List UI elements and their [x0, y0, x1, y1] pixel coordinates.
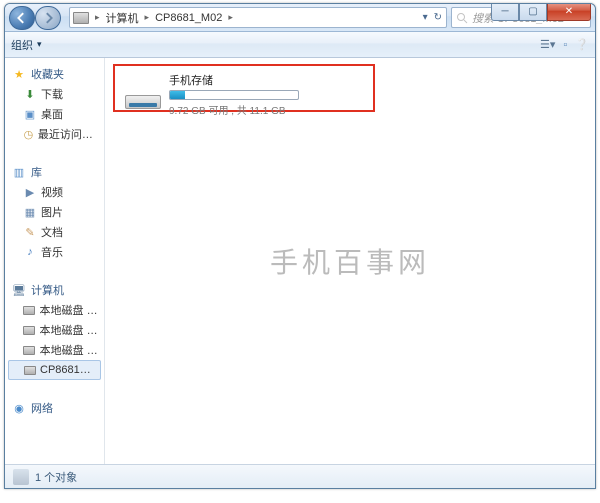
- status-icon: [13, 469, 29, 485]
- help-icon[interactable]: ❔: [575, 38, 589, 51]
- storage-name: 手机存储: [169, 72, 363, 88]
- breadcrumb-sep: ▸: [143, 12, 152, 23]
- sidebar-item-label: 最近访问的位置: [38, 126, 98, 142]
- sidebar-item-label: CP8681_M02: [40, 364, 94, 376]
- nav-buttons: [5, 4, 65, 31]
- network-icon: ◉: [11, 400, 27, 416]
- refresh-icon[interactable]: ↻: [434, 12, 442, 23]
- address-dropdown-icon[interactable]: ▾: [423, 12, 428, 23]
- sidebar-item[interactable]: ♪ 音乐: [5, 242, 104, 262]
- libraries-label: 库: [31, 164, 42, 180]
- sidebar-item[interactable]: ◷ 最近访问的位置: [5, 124, 104, 144]
- network-group: ◉ 网络: [5, 398, 104, 418]
- libraries-group: ▥ 库 ▶ 视频 ▦ 图片 ✎ 文档 ♪ 音乐: [5, 162, 104, 262]
- sidebar-item[interactable]: 本地磁盘 (C:): [5, 300, 104, 320]
- libraries-icon: ▥: [11, 164, 27, 180]
- storage-usage-bar: [169, 90, 299, 100]
- network-header[interactable]: ◉ 网络: [5, 398, 104, 418]
- sidebar-item[interactable]: ▦ 图片: [5, 202, 104, 222]
- item-icon: ⬇: [23, 87, 37, 101]
- sidebar-item[interactable]: ⬇ 下载: [5, 84, 104, 104]
- favorites-label: 收藏夹: [31, 66, 64, 82]
- organize-button[interactable]: 组织: [11, 37, 33, 53]
- drive-icon: [23, 303, 36, 317]
- minimize-button[interactable]: ─: [491, 3, 519, 21]
- breadcrumb-sep: ▸: [93, 12, 102, 23]
- computer-group: 🖥 计算机 本地磁盘 (C:) 本地磁盘 (D:) 本地磁盘 (E:) CP8681_…: [5, 280, 104, 380]
- sidebar-item[interactable]: 本地磁盘 (E:): [5, 340, 104, 360]
- search-icon: [456, 12, 468, 24]
- computer-label: 计算机: [31, 282, 64, 298]
- organize-dropdown-icon[interactable]: ▾: [37, 39, 42, 50]
- sidebar-item-label: 本地磁盘 (C:): [40, 302, 98, 318]
- status-count: 1 个对象: [35, 469, 77, 485]
- favorites-group: ★ 收藏夹 ⬇ 下载 ▣ 桌面 ◷ 最近访问的位置: [5, 64, 104, 144]
- sidebar-item[interactable]: 本地磁盘 (D:): [5, 320, 104, 340]
- navigation-pane: ★ 收藏夹 ⬇ 下载 ▣ 桌面 ◷ 最近访问的位置 ▥ 库 ▶ 视频 ▦ 图片 ✎ 文档 ♪ 音乐 🖥 …: [5, 58, 105, 464]
- item-icon: ◷: [23, 127, 34, 141]
- item-icon: ♪: [23, 245, 37, 259]
- maximize-button[interactable]: ▢: [519, 3, 547, 21]
- item-icon: ▣: [23, 107, 37, 121]
- address-actions: ▾ ↻: [419, 12, 446, 23]
- breadcrumb-computer[interactable]: 计算机: [102, 8, 143, 27]
- sidebar-item[interactable]: ▣ 桌面: [5, 104, 104, 124]
- drive-icon: [73, 12, 89, 24]
- item-icon: ▶: [23, 185, 37, 199]
- sidebar-item[interactable]: CP8681_M02: [8, 360, 101, 380]
- sidebar-item[interactable]: ▶ 视频: [5, 182, 104, 202]
- toolbar: 组织 ▾ ☰▾ ▫ ❔: [5, 32, 595, 58]
- sidebar-item-label: 桌面: [41, 106, 63, 122]
- status-bar: 1 个对象: [5, 464, 595, 488]
- storage-free-text: 9.72 GB 可用 , 共 11.1 GB: [169, 102, 363, 117]
- star-icon: ★: [11, 66, 27, 82]
- breadcrumb-sep: ▸: [226, 12, 235, 23]
- drive-icon: [24, 363, 36, 377]
- back-button[interactable]: [9, 6, 35, 30]
- computer-icon: 🖥: [11, 282, 27, 298]
- forward-button[interactable]: [35, 6, 61, 30]
- window-body: ★ 收藏夹 ⬇ 下载 ▣ 桌面 ◷ 最近访问的位置 ▥ 库 ▶ 视频 ▦ 图片 ✎ 文档 ♪ 音乐 🖥 …: [5, 58, 595, 464]
- content-pane: 手机存储 9.72 GB 可用 , 共 11.1 GB 手机百事网: [105, 58, 595, 464]
- watermark: 手机百事网: [270, 241, 430, 281]
- sidebar-item-label: 音乐: [41, 244, 63, 260]
- storage-item[interactable]: 手机存储 9.72 GB 可用 , 共 11.1 GB: [115, 66, 373, 123]
- drive-icon: [23, 323, 36, 337]
- libraries-header[interactable]: ▥ 库: [5, 162, 104, 182]
- breadcrumb-device[interactable]: CP8681_M02: [151, 8, 226, 27]
- close-button[interactable]: ✕: [547, 3, 591, 21]
- explorer-window: ─ ▢ ✕ ▸ 计算机 ▸ CP8681_M02 ▸ ▾ ↻: [4, 3, 596, 489]
- sidebar-item-label: 视频: [41, 184, 63, 200]
- item-icon: ✎: [23, 225, 37, 239]
- network-label: 网络: [31, 400, 53, 416]
- window-controls: ─ ▢ ✕: [491, 3, 591, 21]
- computer-header[interactable]: 🖥 计算机: [5, 280, 104, 300]
- sidebar-item-label: 下载: [41, 86, 63, 102]
- sidebar-item-label: 文档: [41, 224, 63, 240]
- drive-icon: [23, 343, 36, 357]
- sidebar-item-label: 图片: [41, 204, 63, 220]
- sidebar-item-label: 本地磁盘 (E:): [40, 342, 98, 358]
- sidebar-item[interactable]: ✎ 文档: [5, 222, 104, 242]
- item-icon: ▦: [23, 205, 37, 219]
- view-options-icon[interactable]: ☰▾: [540, 38, 555, 51]
- address-bar[interactable]: ▸ 计算机 ▸ CP8681_M02 ▸ ▾ ↻: [69, 7, 447, 28]
- storage-info: 手机存储 9.72 GB 可用 , 共 11.1 GB: [169, 72, 363, 117]
- preview-pane-icon[interactable]: ▫: [563, 39, 567, 51]
- highlight-box: 手机存储 9.72 GB 可用 , 共 11.1 GB: [113, 64, 375, 112]
- favorites-header[interactable]: ★ 收藏夹: [5, 64, 104, 84]
- storage-drive-icon: [125, 81, 161, 109]
- sidebar-item-label: 本地磁盘 (D:): [40, 322, 98, 338]
